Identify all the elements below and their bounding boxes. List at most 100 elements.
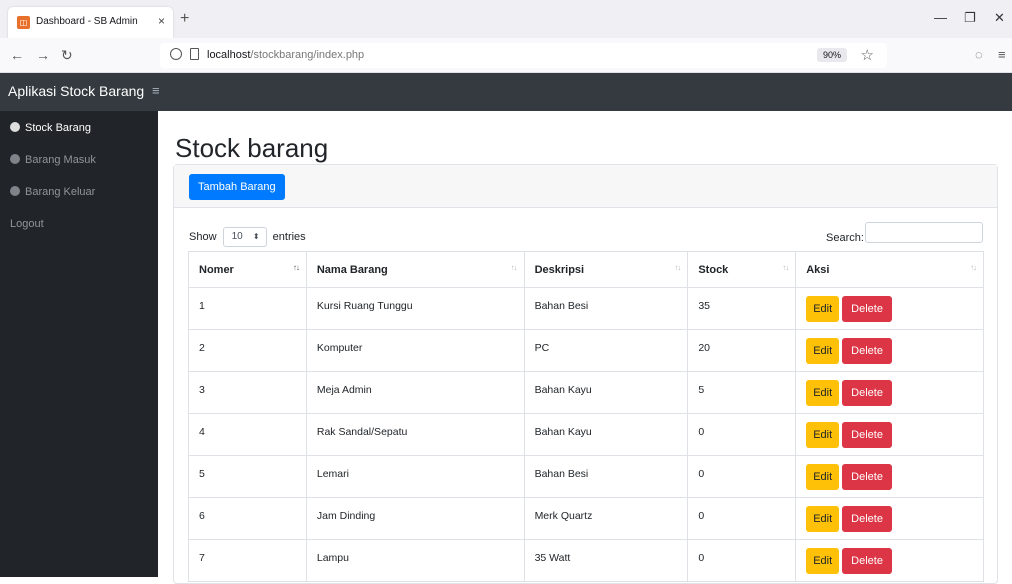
sort-icon: ↑↓ [782,263,789,272]
sort-icon: ↑↓ [674,263,681,272]
cell-deskripsi: Bahan Kayu [523,371,689,414]
forward-arrow-icon[interactable]: → [36,47,50,63]
table-row: 6 Jam Dinding Merk Quartz 0 Edit Delete [188,497,984,540]
cell-nama-barang: Lampu [305,539,525,582]
browser-nav-bar: ← → ↻ localhost/stockbarang/index.php 90… [0,38,1012,73]
column-header-stock[interactable]: Stock ↑↓ [687,251,797,288]
cell-stock: 0 [687,539,797,582]
cell-deskripsi: Bahan Kayu [523,413,689,456]
edit-button[interactable]: Edit [806,296,840,322]
cell-stock: 0 [687,413,797,456]
cell-stock: 5 [687,371,797,414]
edit-button[interactable]: Edit [806,422,840,448]
zoom-level-badge[interactable]: 90% [816,48,847,62]
minimize-icon[interactable]: — [934,10,947,25]
table-row: 7 Lampu 35 Watt 0 Edit Delete [188,539,984,582]
column-header-deskripsi[interactable]: Deskripsi ↑↓ [523,251,689,288]
tab-close-icon[interactable]: × [158,14,165,28]
tachometer-icon [10,122,20,132]
cell-aksi: Edit Delete [795,539,984,582]
cell-nama-barang: Lemari [305,455,525,498]
sort-asc-icon: ↑↓ [292,263,300,272]
cell-deskripsi: Bahan Besi [523,287,689,330]
edit-button[interactable]: Edit [806,380,840,406]
column-header-aksi[interactable]: Aksi ↑↓ [795,251,984,288]
sidebar-item-barang-keluar[interactable]: Barang Keluar [10,186,95,198]
table-row: 3 Meja Admin Bahan Kayu 5 Edit Delete [188,371,984,414]
new-tab-button[interactable]: + [180,11,189,27]
cell-aksi: Edit Delete [795,329,984,372]
delete-button[interactable]: Delete [842,296,892,322]
tracking-shield-icon[interactable] [170,48,182,60]
restore-icon[interactable]: ❐ [964,10,976,26]
entries-select[interactable]: 10 ⬍ [222,227,267,247]
delete-button[interactable]: Delete [842,464,892,490]
sidebar-item-logout[interactable]: Logout [10,218,44,230]
browser-tab[interactable]: ◫ Dashboard - SB Admin × [8,7,173,38]
sidebar: Stock Barang Barang Masuk Barang Keluar … [0,111,158,577]
sidebar-item-stock-barang[interactable]: Stock Barang [10,122,91,134]
cell-nomer: 1 [188,287,307,330]
page-title: Stock barang [175,133,329,163]
app-brand[interactable]: Aplikasi Stock Barang [8,83,144,99]
cell-nama-barang: Rak Sandal/Sepatu [305,413,525,456]
main-content: Stock barang Tambah Barang Show 10 ⬍ entr… [158,111,1012,584]
delete-button[interactable]: Delete [842,422,892,448]
table-header-row: Nomer ↑↓ Nama Barang ↑↓ Deskripsi ↑↓ Stock ↑… [188,251,984,288]
table-row: 4 Rak Sandal/Sepatu Bahan Kayu 0 Edit Delete [188,413,984,456]
delete-button[interactable]: Delete [842,380,892,406]
column-header-nomer[interactable]: Nomer ↑↓ [188,251,307,288]
cell-aksi: Edit Delete [795,287,984,330]
edit-button[interactable]: Edit [806,464,840,490]
cell-nomer: 6 [188,497,307,540]
tachometer-icon [10,154,20,164]
entries-label: entries [272,230,306,243]
column-header-nama-barang[interactable]: Nama Barang ↑↓ [305,251,525,288]
back-arrow-icon[interactable]: ← [10,47,24,63]
edit-button[interactable]: Edit [806,548,840,574]
edit-button[interactable]: Edit [806,338,840,364]
url-text[interactable]: localhost/stockbarang/index.php [207,49,364,61]
sidebar-item-label: Logout [10,218,44,230]
menu-icon[interactable]: ≡ [998,47,1006,62]
sidebar-item-barang-masuk[interactable]: Barang Masuk [10,154,96,166]
cell-stock: 0 [687,455,797,498]
sort-icon: ↑↓ [510,263,518,272]
cell-stock: 35 [687,287,797,330]
sort-icon: ↑↓ [970,263,977,272]
entries-length-control: Show 10 ⬍ entries [189,227,306,247]
page-info-icon[interactable] [190,48,199,60]
delete-button[interactable]: Delete [842,548,892,574]
tachometer-icon [10,186,20,196]
edit-button[interactable]: Edit [806,506,840,532]
delete-button[interactable]: Delete [842,338,892,364]
delete-button[interactable]: Delete [842,506,892,532]
cell-stock: 0 [687,497,797,540]
sidebar-toggle-icon[interactable]: ≡ [152,83,160,98]
reload-icon[interactable]: ↻ [61,47,73,63]
cell-nama-barang: Jam Dinding [305,497,525,540]
search-input[interactable] [865,222,983,243]
close-window-icon[interactable]: ✕ [994,10,1005,26]
app-top-navbar: Aplikasi Stock Barang ≡ [0,73,1012,111]
cell-nomer: 4 [188,413,307,456]
table-row: 5 Lemari Bahan Besi 0 Edit Delete [188,455,984,498]
browser-tab-bar: ◫ Dashboard - SB Admin × + — ❐ ✕ [0,0,1012,38]
cell-aksi: Edit Delete [795,371,984,414]
sidebar-item-label: Barang Keluar [25,186,96,198]
cell-nama-barang: Komputer [305,329,525,372]
cell-deskripsi: Bahan Besi [523,455,689,498]
cell-nomer: 7 [188,539,307,582]
address-bar[interactable]: localhost/stockbarang/index.php 90% ☆ [160,43,887,68]
cell-nomer: 5 [188,455,307,498]
sidebar-item-label: Barang Masuk [25,154,96,166]
cell-aksi: Edit Delete [795,455,984,498]
table-row: 2 Komputer PC 20 Edit Delete [188,329,984,372]
pocket-icon[interactable]: ◌ [975,47,983,62]
bookmark-star-icon[interactable]: ☆ [861,46,874,64]
show-label: Show [189,230,217,243]
cell-nama-barang: Kursi Ruang Tunggu [305,287,525,330]
cell-nomer: 2 [188,329,307,372]
tambah-barang-button[interactable]: Tambah Barang [189,174,285,200]
cell-deskripsi: 35 Watt [523,539,689,582]
